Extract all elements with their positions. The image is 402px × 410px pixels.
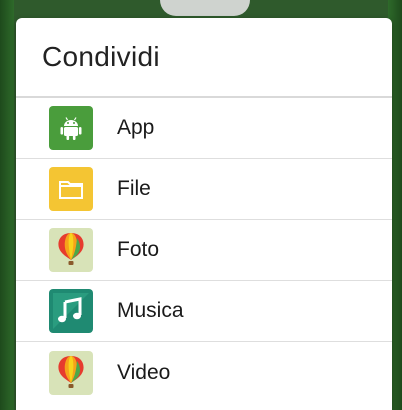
- background-top-shape: [160, 0, 250, 16]
- android-icon: [49, 106, 93, 150]
- share-option-label: App: [117, 116, 155, 139]
- photo-balloon-icon: [49, 228, 93, 272]
- share-option-video[interactable]: Video: [16, 342, 392, 403]
- share-option-foto[interactable]: Foto: [16, 220, 392, 281]
- share-options-list: App File Foto Musica Video: [16, 98, 392, 403]
- share-option-label: Foto: [117, 238, 160, 261]
- dialog-header: Condividi: [16, 18, 392, 98]
- share-option-musica[interactable]: Musica: [16, 281, 392, 342]
- share-option-label: File: [117, 177, 151, 200]
- share-dialog: Condividi App File Foto Musica Video: [16, 18, 392, 410]
- share-option-file[interactable]: File: [16, 159, 392, 220]
- video-balloon-icon: [49, 350, 93, 395]
- background-left-edge: [0, 0, 14, 410]
- share-option-app[interactable]: App: [16, 98, 392, 159]
- dialog-title: Condividi: [42, 41, 160, 72]
- music-note-icon: [49, 289, 93, 333]
- folder-icon: [49, 167, 93, 211]
- share-option-label: Video: [117, 360, 171, 384]
- share-option-label: Musica: [117, 299, 184, 322]
